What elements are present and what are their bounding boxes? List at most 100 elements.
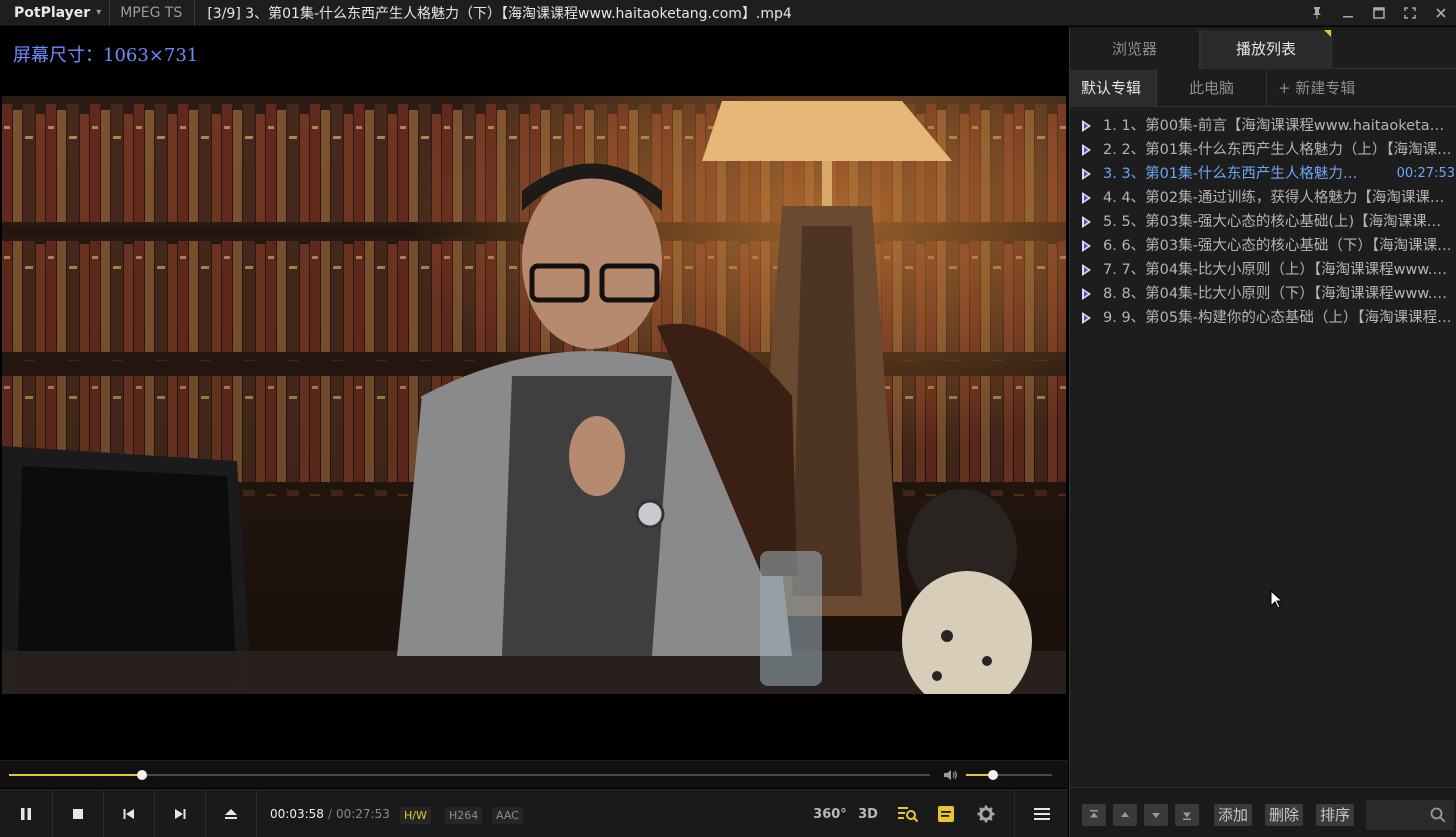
format-label: MPEG TS <box>110 0 196 26</box>
fullscreen-icon[interactable] <box>1394 0 1425 26</box>
window-title: [3/9] 3、第01集-什么东西产生人格魅力（下）【海淘课课程www.hait… <box>207 5 792 22</box>
playlist-search-button[interactable] <box>890 790 926 837</box>
playlist-item[interactable]: 6. 6、第03集-强大心态的核心基础（下）【海淘课课程www.haitaoke… <box>1070 234 1456 258</box>
playlist-item-label: 7. 7、第04集-比大小原则（上）【海淘课课程www.haitaoketang… <box>1103 262 1453 278</box>
close-icon[interactable] <box>1425 0 1456 26</box>
next-button[interactable] <box>155 790 205 837</box>
stop-button[interactable] <box>53 790 103 837</box>
playlist-item[interactable]: 5. 5、第03集-强大心态的核心基础(上)【海淘课课程www.haitaoke… <box>1070 210 1456 234</box>
play-marker-icon <box>1082 216 1091 228</box>
playlist-item[interactable]: 8. 8、第04集-比大小原则（下）【海淘课课程www.haitaoketang… <box>1070 282 1456 306</box>
app-name: PotPlayer <box>14 4 91 21</box>
previous-button[interactable] <box>104 790 154 837</box>
pin-icon[interactable] <box>1301 0 1332 26</box>
playlist-item-label: 9. 9、第05集-构建你的心态基础（上）【海淘课课程www.haitaoket… <box>1103 310 1453 326</box>
move-bottom-icon <box>1183 812 1191 820</box>
tab-browser[interactable]: 浏览器 <box>1070 30 1200 69</box>
playlist-item-label: 1. 1、第00集-前言【海淘课课程www.haitaoketang.com】.… <box>1103 118 1453 134</box>
move-top-icon <box>1090 810 1098 818</box>
360-icon[interactable]: 360° <box>812 790 848 837</box>
video-frame[interactable] <box>2 96 1066 694</box>
pause-icon <box>21 808 31 820</box>
seek-row <box>0 760 1068 788</box>
screen-size-osd: 屏幕尺寸：1063×731 <box>13 45 199 66</box>
play-marker-icon <box>1082 144 1091 156</box>
play-marker-icon <box>1082 240 1091 252</box>
play-marker-icon <box>1082 168 1091 180</box>
time-display[interactable]: 00:03:58/00:27:53 <box>270 790 390 837</box>
seek-progress <box>9 774 142 776</box>
playlist-item[interactable]: 9. 9、第05集-构建你的心态基础（上）【海淘课课程www.haitaoket… <box>1070 306 1456 330</box>
volume-icon[interactable] <box>942 767 958 783</box>
delete-button[interactable]: 删除 <box>1265 804 1304 826</box>
play-marker-icon <box>1082 264 1091 276</box>
active-tab-marker <box>1324 30 1331 37</box>
minimize-icon[interactable] <box>1332 0 1363 26</box>
subtitle-button[interactable] <box>930 790 962 837</box>
play-marker-icon <box>1082 312 1091 324</box>
3d-icon[interactable]: 3D <box>852 790 884 837</box>
new-album-button[interactable]: + 新建专辑 <box>1267 70 1377 107</box>
move-down-button[interactable] <box>1144 804 1168 826</box>
move-top-button[interactable] <box>1082 804 1106 826</box>
tab-playlist[interactable]: 播放列表 <box>1200 30 1332 69</box>
app-menu-button[interactable]: PotPlayer ▾ <box>0 0 111 26</box>
playlist-item[interactable]: 1. 1、第00集-前言【海淘课课程www.haitaoketang.com】.… <box>1070 114 1456 138</box>
audio-codec-badge[interactable]: AAC <box>492 807 523 824</box>
playlist-toolbar: 添加 删除 排序 <box>1070 787 1456 837</box>
album-tab-this-pc[interactable]: 此电脑 <box>1157 70 1267 107</box>
window-buttons <box>1301 0 1456 26</box>
next-icon <box>175 809 186 819</box>
playlist-item-playing[interactable]: 3. 3、第01集-什么东西产生人格魅力（下）【海淘课课程www.haitaok… <box>1070 162 1456 186</box>
eject-button[interactable] <box>206 790 256 837</box>
album-tab-default[interactable]: 默认专辑 <box>1070 70 1157 107</box>
gear-icon <box>977 805 995 823</box>
move-bottom-button[interactable] <box>1175 804 1199 826</box>
title-bar: PotPlayer ▾ MPEG TS [3/9] 3、第01集-什么东西产生人… <box>0 0 1456 26</box>
volume-thumb[interactable] <box>987 770 998 780</box>
settings-button[interactable] <box>970 790 1002 837</box>
tab-browser-label: 浏览器 <box>1111 40 1157 58</box>
seek-thumb[interactable] <box>136 770 147 780</box>
move-up-button[interactable] <box>1113 804 1137 826</box>
menu-icon <box>1033 808 1050 820</box>
playlist-item-duration: 00:27:53 <box>1396 166 1455 181</box>
playlist-item-label: 6. 6、第03集-强大心态的核心基础（下）【海淘课课程www.haitaoke… <box>1103 238 1453 254</box>
add-button[interactable]: 添加 <box>1214 804 1253 826</box>
time-separator: / <box>327 807 332 821</box>
panel-tabs: 浏览器 播放列表 <box>1070 30 1456 69</box>
eject-icon <box>225 809 237 819</box>
subtitle-icon <box>938 806 954 822</box>
pause-button[interactable] <box>0 790 52 837</box>
playlist-item-label: 5. 5、第03集-强大心态的核心基础(上)【海淘课课程www.haitaoke… <box>1103 214 1453 230</box>
play-marker-icon <box>1082 288 1091 300</box>
playlist-panel: 浏览器 播放列表 默认专辑 此电脑 + 新建专辑 1. 1、第00集-前言【海淘… <box>1069 27 1456 837</box>
video-image <box>2 96 1066 694</box>
volume-slider[interactable] <box>966 770 1052 780</box>
playlist-search-input[interactable] <box>1366 800 1454 830</box>
seek-bar[interactable] <box>9 770 930 780</box>
album-tabs: 默认专辑 此电脑 + 新建专辑 <box>1070 70 1456 107</box>
mouse-cursor-icon <box>1270 590 1284 609</box>
playlist-item-label: 4. 4、第02集-通过训练，获得人格魅力【海淘课课程www.haitaoket… <box>1103 190 1453 206</box>
current-time: 00:03:58 <box>270 807 324 821</box>
hw-decoder-badge[interactable]: H/W <box>400 807 431 824</box>
playlist-item-label: 8. 8、第04集-比大小原则（下）【海淘课课程www.haitaoketang… <box>1103 286 1453 302</box>
chevron-down-icon: ▾ <box>96 7 102 18</box>
playlist-search-icon <box>898 807 919 823</box>
playlist-item[interactable]: 2. 2、第01集-什么东西产生人格魅力（上）【海淘课课程www.haitaok… <box>1070 138 1456 162</box>
play-marker-icon <box>1082 120 1091 132</box>
main-menu-button[interactable] <box>1015 790 1068 837</box>
move-up-icon <box>1121 812 1129 817</box>
search-icon <box>1430 807 1446 823</box>
video-codec-badge[interactable]: H264 <box>445 807 483 824</box>
playlist-item-label: 2. 2、第01集-什么东西产生人格魅力（上）【海淘课课程www.haitaok… <box>1103 142 1453 158</box>
video-area[interactable]: 屏幕尺寸：1063×731 <box>0 27 1068 760</box>
move-down-icon <box>1152 813 1160 818</box>
control-bar: 00:03:58/00:27:53 H/W H264 AAC 360° 3D <box>0 789 1068 837</box>
maximize-icon[interactable] <box>1363 0 1394 26</box>
sort-button[interactable]: 排序 <box>1316 804 1355 826</box>
playlist-item[interactable]: 4. 4、第02集-通过训练，获得人格魅力【海淘课课程www.haitaoket… <box>1070 186 1456 210</box>
playlist: 1. 1、第00集-前言【海淘课课程www.haitaoketang.com】.… <box>1070 114 1456 330</box>
playlist-item[interactable]: 7. 7、第04集-比大小原则（上）【海淘课课程www.haitaoketang… <box>1070 258 1456 282</box>
